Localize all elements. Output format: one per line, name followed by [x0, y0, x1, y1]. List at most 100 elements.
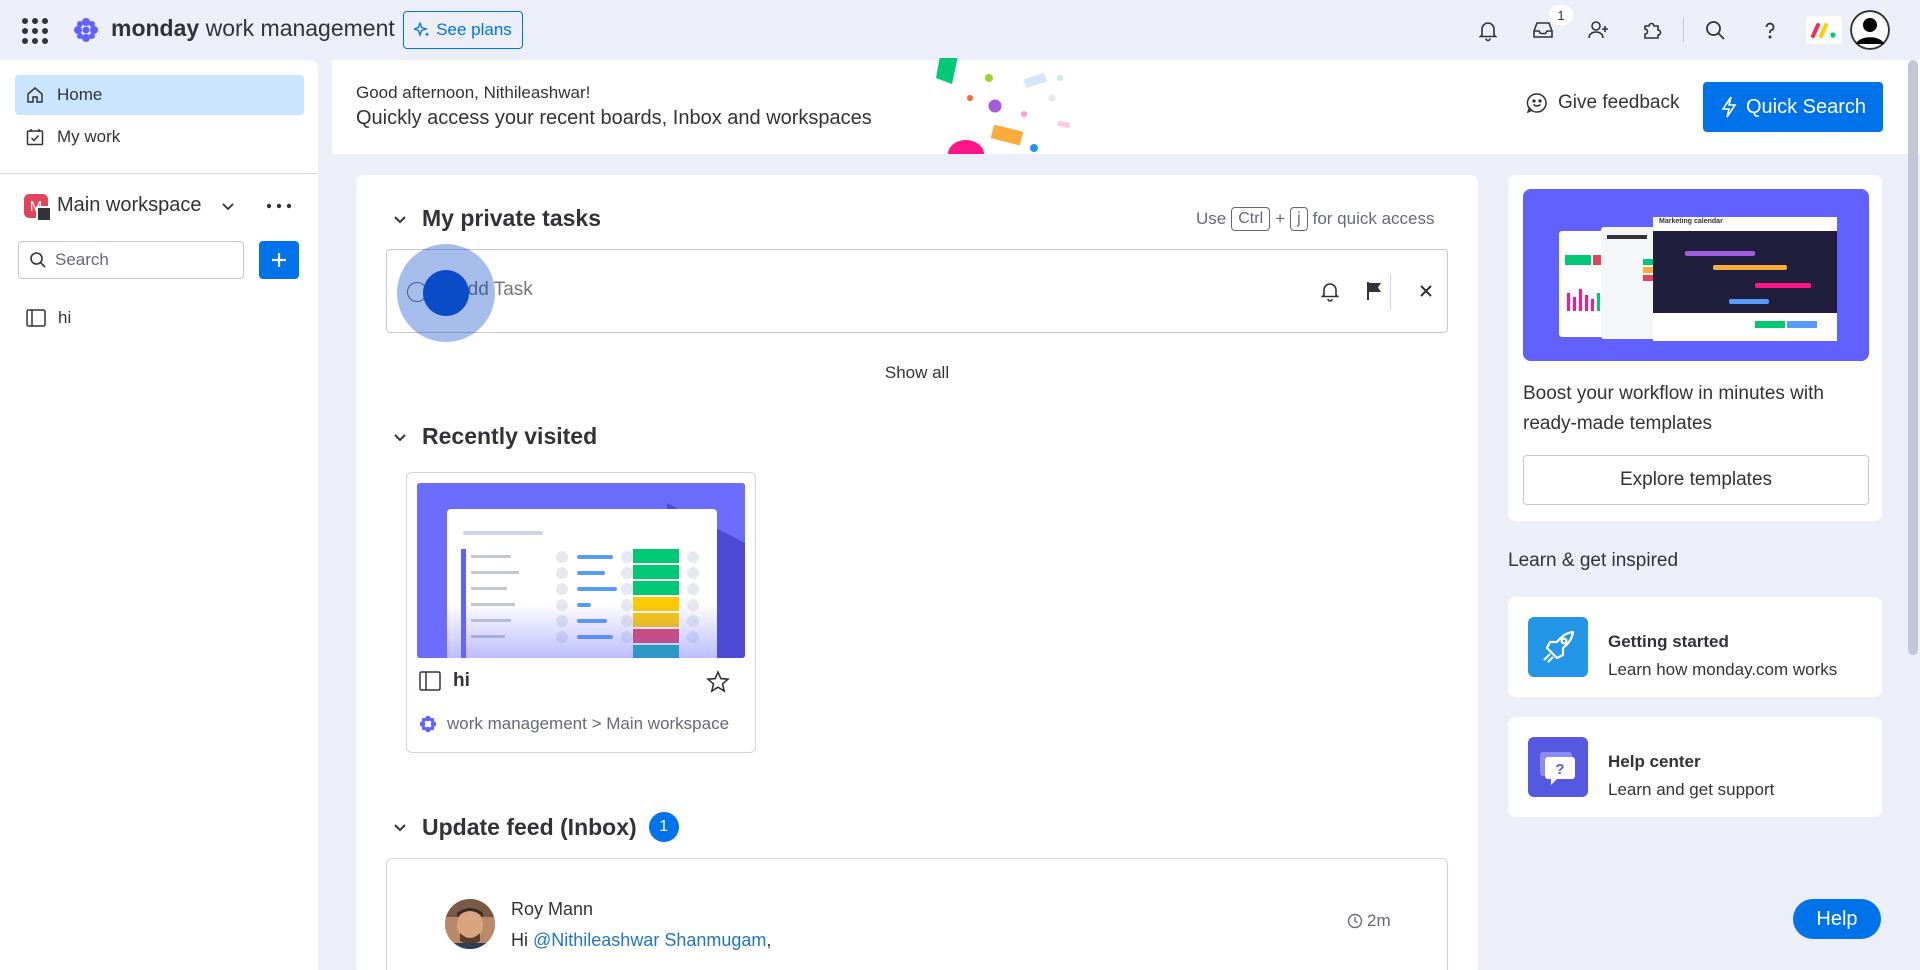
templates-preview-image: Marketing calendar: [1523, 189, 1869, 361]
recent-board-name: hi: [453, 670, 470, 691]
quick-access-hint: Use Ctrl + j for quick access: [1196, 207, 1435, 231]
header-subtitle: Quickly access your recent boards, Inbox…: [356, 107, 872, 129]
add-item-button[interactable]: [259, 241, 299, 279]
kbd-ctrl: Ctrl: [1231, 207, 1271, 231]
board-icon: [26, 309, 46, 327]
sidebar-item-label: Home: [57, 85, 103, 104]
page-scrollbar[interactable]: [1908, 60, 1918, 655]
explore-templates-button[interactable]: Explore templates: [1523, 455, 1869, 505]
feed-timestamp: 2m: [1347, 911, 1391, 931]
lightning-icon: [1721, 96, 1737, 118]
recent-board-title[interactable]: hi: [419, 670, 470, 692]
sparkle-icon: [414, 22, 430, 38]
help-question-icon[interactable]: [1752, 12, 1788, 48]
getting-started-card[interactable]: Getting started Learn how monday.com wor…: [1508, 597, 1882, 697]
workspace-search-box: [18, 241, 244, 279]
section-title: Update feed (Inbox): [422, 813, 637, 840]
feed-message: Hi @Nithileashwar Shanmugam,: [511, 930, 772, 950]
templates-promo-card: Marketing calendar Boost your workflow i…: [1508, 175, 1882, 521]
sidebar-item-home[interactable]: Home: [15, 75, 304, 115]
give-feedback-label: Give feedback: [1558, 92, 1680, 113]
help-center-card[interactable]: ? Help center Learn and get support: [1508, 717, 1882, 817]
search-icon: [30, 252, 46, 268]
sidebar-item-my-work[interactable]: My work: [15, 117, 304, 157]
chevron-down-icon: [394, 824, 406, 832]
sidebar-divider: [0, 173, 318, 174]
see-plans-label: See plans: [436, 20, 512, 39]
board-label: hi: [58, 308, 72, 327]
home-header: Good afternoon, Nithileashwar! Quickly a…: [332, 58, 1920, 154]
templates-promo-text: Boost your workflow in minutes with read…: [1523, 383, 1824, 434]
help-chat-icon: ?: [1528, 737, 1588, 797]
home-icon: [27, 87, 43, 103]
monday-logo-icon: [419, 715, 437, 733]
learn-card-heading: Getting started: [1608, 632, 1729, 651]
monday-logo-icon: [74, 18, 98, 42]
close-icon[interactable]: [1413, 278, 1439, 304]
svg-text:?: ?: [1555, 761, 1564, 778]
quick-search-button[interactable]: Quick Search: [1703, 82, 1883, 132]
update-feed-header[interactable]: Update feed (Inbox) 1: [390, 812, 679, 842]
plus-icon: [272, 253, 286, 267]
apps-grid-icon[interactable]: [22, 18, 48, 44]
see-plans-button[interactable]: See plans: [403, 11, 523, 49]
top-bar: monday work management See plans 1: [0, 0, 1920, 60]
learn-card-heading: Help center: [1608, 752, 1701, 771]
user-avatar[interactable]: [1850, 10, 1890, 50]
templates-thumb-title: Marketing calendar: [1659, 218, 1723, 225]
board-icon: [419, 671, 441, 691]
workspace-search-input[interactable]: [55, 250, 235, 270]
integrations-puzzle-icon[interactable]: [1634, 12, 1670, 48]
clock-icon: [1347, 913, 1363, 929]
greeting-text: Good afternoon, Nithileashwar!: [356, 83, 591, 102]
sidebar: Home My work M Main workspace hi: [0, 60, 318, 970]
add-task-row: [386, 244, 1448, 342]
update-count-badge: 1: [648, 812, 679, 842]
feed-update-item[interactable]: Roy Mann Hi @Nithileashwar Shanmugam, 2m: [386, 858, 1448, 970]
private-tasks-header[interactable]: My private tasks: [390, 205, 601, 232]
priority-flag-icon[interactable]: [1361, 278, 1387, 304]
rocket-icon: [1528, 617, 1588, 677]
recent-board-path: work management > Main workspace: [417, 713, 729, 735]
learn-card-subtitle: Learn how monday.com works: [1608, 660, 1838, 679]
topbar-divider: [1683, 18, 1684, 42]
inbox-count-badge: 1: [1548, 4, 1574, 26]
more-options-icon[interactable]: [264, 195, 294, 217]
show-all-link[interactable]: Show all: [356, 363, 1478, 383]
section-title: Recently visited: [422, 423, 598, 449]
recent-board-card[interactable]: hi work management > Main workspace: [406, 472, 756, 753]
feed-author-name: Roy Mann: [511, 899, 594, 919]
reminder-bell-icon[interactable]: [1317, 278, 1343, 304]
learn-section-title: Learn & get inspired: [1508, 550, 1679, 571]
chevron-down-icon[interactable]: [218, 196, 238, 216]
click-indicator-dot: [423, 270, 469, 316]
learn-card-subtitle: Learn and get support: [1608, 780, 1775, 799]
add-task-input[interactable]: [455, 279, 955, 301]
sidebar-item-label: My work: [57, 127, 121, 146]
favorite-star-icon[interactable]: [705, 669, 731, 695]
main-content: My private tasks Use Ctrl + j for quick …: [356, 175, 1478, 970]
board-preview-image: [417, 483, 745, 658]
confetti-decoration: [936, 58, 1071, 154]
brand-title: monday work management: [111, 15, 395, 41]
task-tools-divider: [1390, 274, 1391, 310]
recently-visited-header[interactable]: Recently visited: [390, 423, 597, 450]
workspace-badge[interactable]: M: [24, 194, 52, 222]
give-feedback-button[interactable]: Give feedback: [1526, 92, 1679, 114]
kbd-j: j: [1290, 207, 1308, 231]
section-title: My private tasks: [422, 205, 601, 231]
search-icon[interactable]: [1697, 12, 1733, 48]
sidebar-board-item[interactable]: hi: [26, 303, 71, 333]
author-avatar: [445, 899, 495, 949]
calendar-check-icon: [26, 129, 44, 146]
breadcrumb-path-text: work management > Main workspace: [447, 714, 730, 733]
notifications-bell-icon[interactable]: [1470, 12, 1506, 48]
user-mention-link[interactable]: @Nithileashwar Shanmugam: [533, 930, 766, 950]
invite-member-icon[interactable]: [1580, 12, 1616, 48]
monday-product-switcher-icon[interactable]: [1806, 16, 1842, 44]
help-floating-button[interactable]: Help: [1793, 899, 1881, 939]
chevron-down-icon: [394, 215, 406, 223]
chevron-down-icon: [394, 433, 406, 441]
quick-search-label: Quick Search: [1745, 95, 1867, 118]
workspace-name[interactable]: Main workspace: [57, 194, 202, 217]
